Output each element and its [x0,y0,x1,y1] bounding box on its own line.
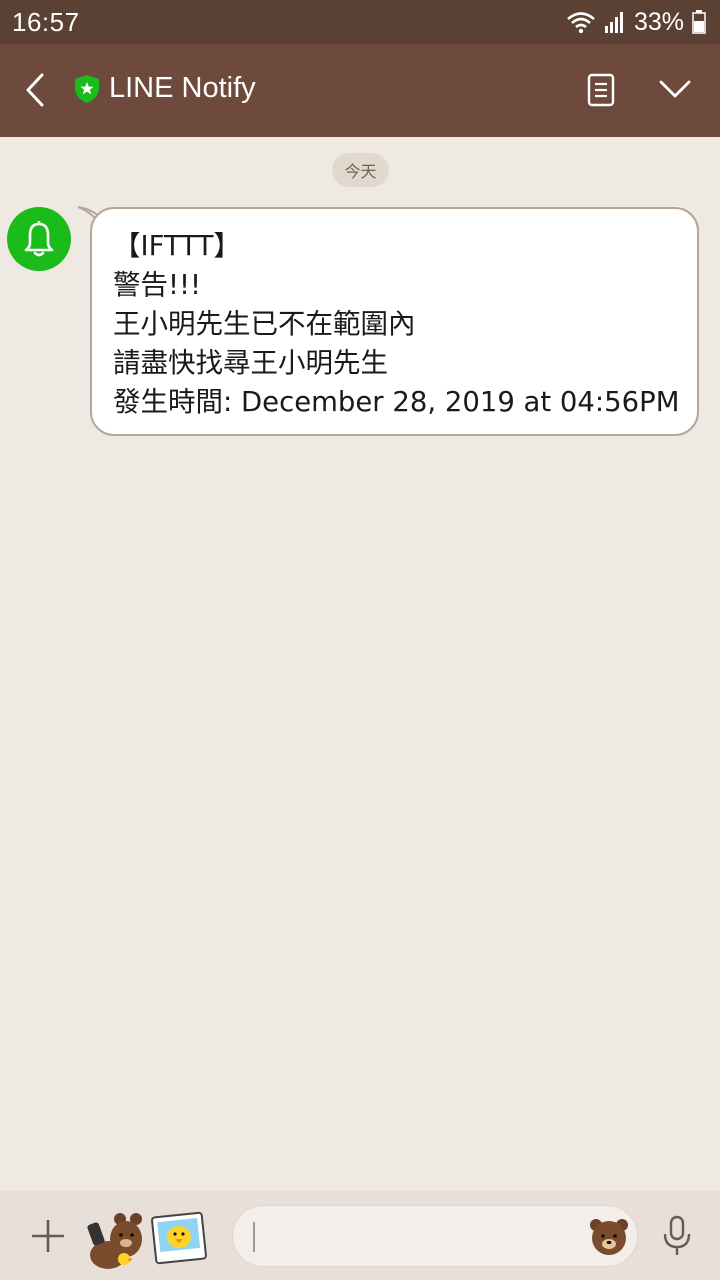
chevron-down-icon[interactable] [658,77,692,101]
message-line: 請盡快找尋王小明先生 [113,347,388,379]
status-indicators: 33% [566,8,706,37]
sender-avatar[interactable] [7,207,71,271]
date-separator: 今天 [332,153,389,187]
chat-header: LINE Notify [0,44,720,137]
sally-chick-photo-icon[interactable] [150,1209,208,1267]
battery-icon [692,10,706,34]
message-line: 發生時間: December 28, 2019 at 04:56PM [113,386,680,418]
bell-icon [24,221,54,257]
back-arrow-icon[interactable] [22,72,50,108]
signal-icon [604,12,623,33]
chat-title: LINE Notify [109,72,256,104]
battery-percent: 33% [633,7,684,36]
message-line: 【IFTTT】 [113,230,241,262]
chat-area[interactable]: 今天 【IFTTT】 警告!!! 王小明先生已不在範圍內 請盡快找尋王小明先生 … [0,137,720,1191]
message-line: 王小明先生已不在範圍內 [113,308,416,340]
status-bar: 16:57 33% [0,0,720,44]
message-line: 警告!!! [113,269,202,301]
bear-emoji-icon[interactable] [588,1216,630,1256]
status-time: 16:57 [12,6,80,37]
message-input[interactable] [253,1218,583,1256]
message-bubble[interactable]: 【IFTTT】 警告!!! 王小明先生已不在範圍內 請盡快找尋王小明先生 發生時… [90,207,699,436]
note-icon[interactable] [586,73,616,107]
green-shield-star-icon [75,75,99,103]
input-bar [0,1191,720,1280]
wifi-icon [567,12,595,34]
brown-bear-sticker-icon[interactable] [78,1205,142,1269]
microphone-icon[interactable] [662,1215,692,1257]
message-input-box[interactable] [232,1205,638,1267]
plus-icon[interactable] [30,1218,66,1254]
